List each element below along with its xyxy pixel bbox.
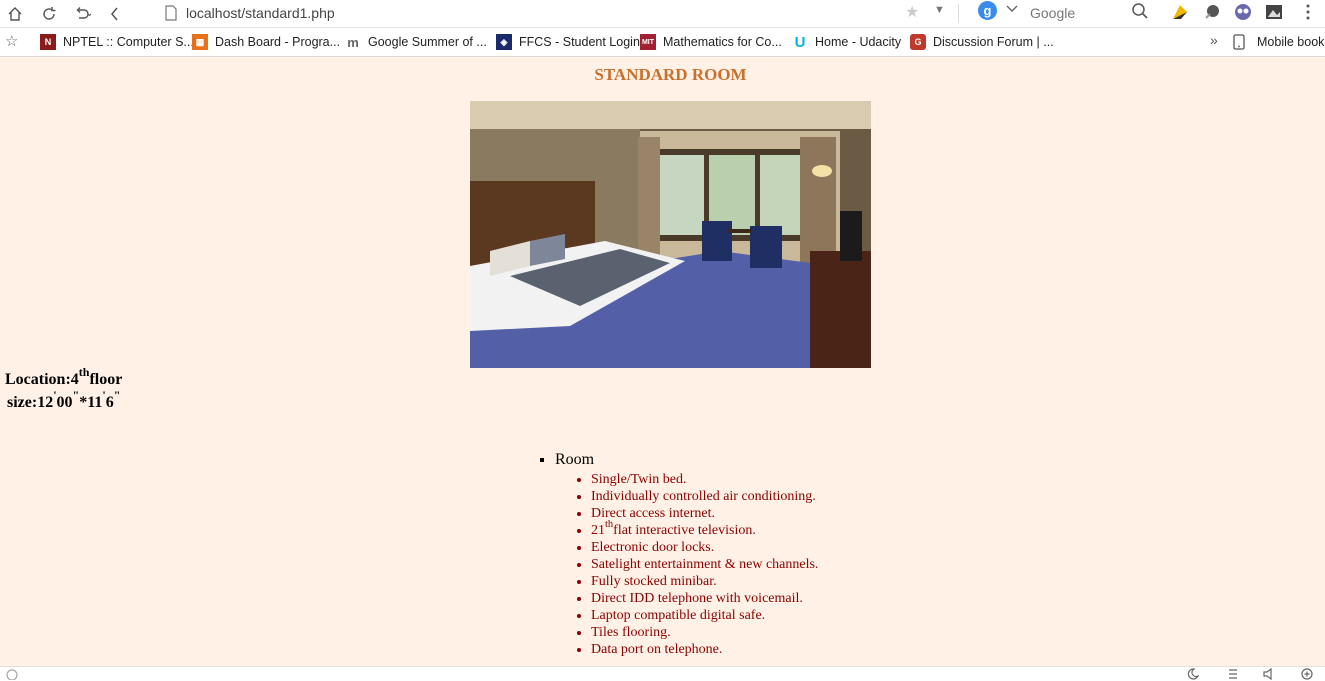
chevron-down-icon[interactable]: ▼ [934,4,945,16]
list-item: Single/Twin bed. [591,471,818,488]
forum-icon: G [910,34,926,50]
mit-icon: MIT [640,34,656,50]
bookmark-gsoc[interactable]: m Google Summer of ... [345,33,487,51]
bookmark-label: FFCS - Student Login [519,35,640,49]
extension-owl-icon[interactable] [1234,3,1252,21]
gsoc-icon: m [347,34,359,50]
hotel-room-photo [470,101,871,368]
reload-icon[interactable] [38,3,60,25]
nptel-icon: N [40,34,56,50]
bookmark-mit[interactable]: MIT Mathematics for Co... [640,33,782,51]
search-input[interactable] [1030,3,1130,23]
dashboard-icon: ▦ [192,34,208,50]
night-mode-icon[interactable] [1185,668,1199,680]
double-chevron-right-icon[interactable]: » [1210,32,1218,48]
extension-kite-icon[interactable] [1171,3,1189,21]
list-item: Fully stocked minibar. [591,573,818,590]
udacity-icon: U [794,33,806,51]
page-icon [165,5,177,21]
list-item: Direct IDD telephone with voicemail. [591,590,818,607]
list-item: 21thflat interactive television. [591,519,818,539]
back-icon[interactable] [104,3,126,25]
feature-sublist: Single/Twin bed. Individually controlled… [555,471,818,658]
bookmark-label: Google Summer of ... [368,35,487,49]
star-outline-icon[interactable]: ☆ [5,32,18,50]
home-icon[interactable] [4,3,26,25]
list-item: Room Single/Twin bed. Individually contr… [555,451,818,658]
divider [958,4,959,22]
bookmark-label: Mobile book [1257,35,1325,49]
reader-icon[interactable] [1226,668,1240,680]
status-bar [0,666,1325,681]
list-item: Tiles flooring. [591,624,818,641]
list-item: Laptop compatible digital safe. [591,607,818,624]
list-heading: Room [555,451,595,468]
bookmark-label: Discussion Forum | ... [933,35,1054,49]
bookmark-label: NPTEL :: Computer S... [63,35,194,49]
room-feature-list: Room Single/Twin bed. Individually contr… [537,451,818,658]
ffcs-icon: ◈ [496,34,512,50]
bookmark-label: Dash Board - Progra... [215,35,341,49]
extension-rocket-icon[interactable] [1203,3,1221,21]
search-engine-icon[interactable]: g [978,1,997,20]
size-text: size:12'00"*11'6" [7,387,121,411]
bookmark-star-icon[interactable]: ★ [905,2,919,22]
location-text: Location:4thfloor [5,364,123,388]
menu-kebab-icon[interactable] [1299,3,1317,21]
search-icon[interactable] [1131,2,1149,20]
bookmark-udacity[interactable]: U Home - Udacity [792,33,902,51]
extension-image-icon[interactable] [1265,3,1283,21]
url-text[interactable]: localhost/standard1.php [186,5,335,21]
bookmark-nptel[interactable]: N NPTEL :: Computer S... [40,33,194,51]
sound-icon[interactable] [1262,668,1276,680]
address-bar[interactable]: localhost/standard1.php [158,3,948,23]
list-item: Satelight entertainment & new channels. [591,556,818,573]
page-title: STANDARD ROOM [594,65,747,84]
bookmark-forum[interactable]: G Discussion Forum | ... [910,33,1054,51]
list-item: Data port on telephone. [591,641,818,658]
list-item: Individually controlled air conditioning… [591,488,818,505]
list-item: Direct access internet. [591,505,818,522]
bookmark-mobile[interactable]: Mobile book [1233,33,1324,51]
page-content: STANDARD ROOM Location:4thfloor size:12'… [0,57,1325,666]
zoom-in-icon[interactable] [1300,668,1314,680]
search-engine-chevron-icon[interactable] [1006,4,1018,17]
bookmark-label: Home - Udacity [815,35,902,49]
bookmarks-bar: ☆ N NPTEL :: Computer S... ▦ Dash Board … [0,28,1325,57]
mobile-device-icon [1233,34,1245,50]
status-shield-icon[interactable] [5,668,19,680]
bookmark-dashboard[interactable]: ▦ Dash Board - Progra... [192,33,340,51]
bookmark-label: Mathematics for Co... [663,35,782,49]
bookmark-ffcs[interactable]: ◈ FFCS - Student Login [496,33,640,51]
undo-close-tab-icon[interactable] [72,3,94,25]
list-item: Electronic door locks. [591,539,818,556]
